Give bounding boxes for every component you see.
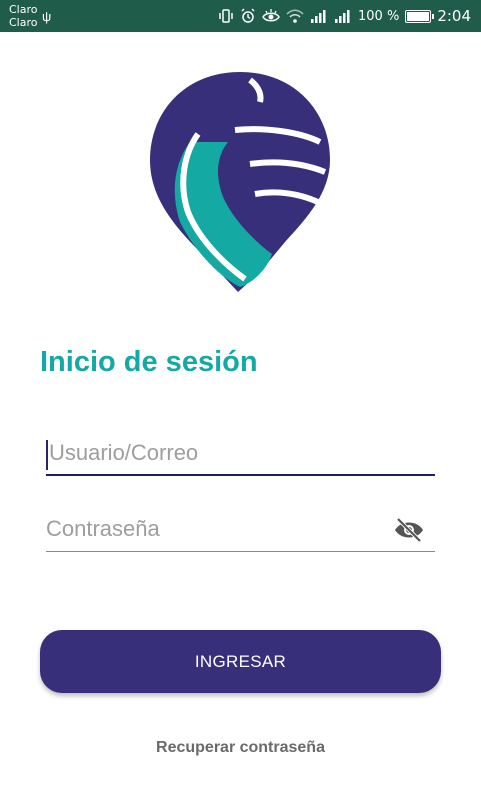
signal-icon: [311, 10, 326, 23]
username-input[interactable]: [46, 436, 438, 470]
page-title: Inicio de sesión: [40, 346, 258, 378]
app-logo: [150, 72, 330, 292]
carrier-line-2: Claro: [9, 16, 38, 29]
carrier-line-1: Claro: [9, 3, 38, 16]
password-input[interactable]: [46, 512, 435, 546]
eye-comfort-icon: [262, 9, 280, 22]
status-bar: Claro Claro ψ 100 % 2:04: [0, 0, 481, 32]
usb-icon: ψ: [42, 9, 52, 24]
text-cursor: [46, 440, 48, 470]
clock: 2:04: [437, 7, 471, 25]
vibrate-icon: [219, 9, 233, 23]
wifi-icon: [286, 9, 304, 23]
login-button[interactable]: INGRESAR: [40, 630, 441, 693]
status-icons: 100 % 2:04: [218, 6, 471, 26]
password-underline: [46, 551, 435, 552]
battery-percent: 100 %: [358, 8, 400, 24]
recover-password-link[interactable]: Recuperar contraseña: [0, 739, 481, 757]
password-field-container: [46, 512, 435, 552]
carrier-label: Claro Claro: [9, 3, 38, 29]
alarm-icon: [241, 8, 255, 23]
battery-icon: [405, 9, 435, 23]
username-field-container: [46, 436, 438, 476]
username-underline: [46, 474, 435, 476]
eye-off-icon[interactable]: [393, 516, 425, 544]
signal-icon: [335, 10, 350, 23]
